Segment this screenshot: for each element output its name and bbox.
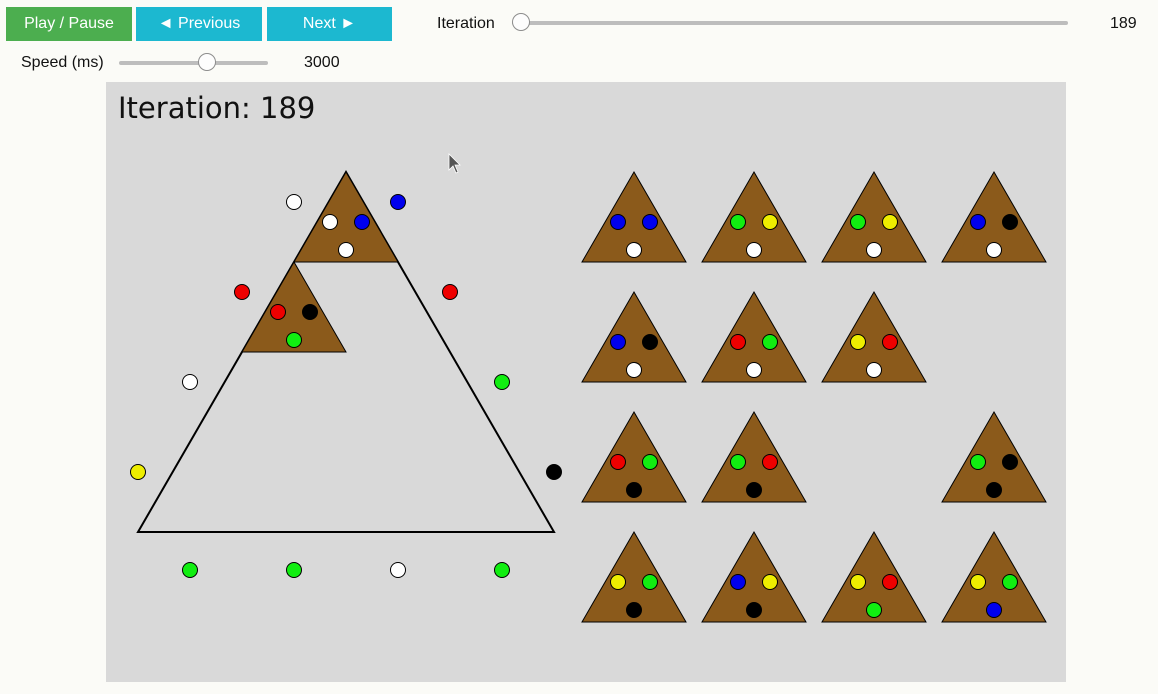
iteration-value: 189 bbox=[1110, 15, 1137, 32]
peg-blue bbox=[610, 214, 626, 230]
peg-white bbox=[626, 242, 642, 258]
peg-white bbox=[866, 242, 882, 258]
peg-red bbox=[730, 334, 746, 350]
peg-red bbox=[270, 304, 286, 320]
peg-green bbox=[730, 214, 746, 230]
iteration-label: Iteration bbox=[437, 15, 495, 32]
peg-yellow bbox=[762, 574, 778, 590]
peg-yellow bbox=[762, 214, 778, 230]
peg-green bbox=[642, 454, 658, 470]
peg-black bbox=[626, 602, 642, 618]
spare-tile bbox=[821, 291, 927, 383]
peg-green bbox=[850, 214, 866, 230]
peg-white bbox=[746, 362, 762, 378]
peg-white bbox=[390, 562, 406, 578]
peg-white bbox=[286, 194, 302, 210]
peg-red bbox=[882, 334, 898, 350]
peg-blue bbox=[730, 574, 746, 590]
peg-red bbox=[762, 454, 778, 470]
play-pause-button[interactable]: Play / Pause bbox=[6, 7, 132, 41]
puzzle-canvas[interactable]: Iteration: 189 bbox=[106, 82, 1066, 682]
iteration-slider-thumb[interactable] bbox=[512, 13, 530, 31]
peg-green bbox=[762, 334, 778, 350]
peg-yellow bbox=[970, 574, 986, 590]
speed-slider[interactable] bbox=[119, 53, 268, 71]
iteration-slider[interactable] bbox=[512, 13, 1068, 31]
peg-white bbox=[986, 242, 1002, 258]
next-button[interactable]: Next ► bbox=[267, 7, 392, 41]
peg-black bbox=[546, 464, 562, 480]
peg-white bbox=[322, 214, 338, 230]
placed-tile-second-row-left bbox=[241, 261, 347, 353]
peg-green bbox=[642, 574, 658, 590]
peg-black bbox=[626, 482, 642, 498]
spare-tile bbox=[701, 531, 807, 623]
mouse-pointer-icon bbox=[448, 153, 461, 174]
peg-white bbox=[182, 374, 198, 390]
peg-white bbox=[626, 362, 642, 378]
peg-green bbox=[866, 602, 882, 618]
speed-value: 3000 bbox=[304, 54, 340, 71]
spare-tile bbox=[581, 531, 687, 623]
spare-tile bbox=[821, 171, 927, 263]
peg-yellow bbox=[610, 574, 626, 590]
peg-white bbox=[746, 242, 762, 258]
previous-button[interactable]: ◄ Previous bbox=[136, 7, 262, 41]
peg-yellow bbox=[850, 574, 866, 590]
spare-tile bbox=[581, 411, 687, 503]
spare-tile bbox=[581, 291, 687, 383]
spare-tiles bbox=[581, 171, 1047, 623]
peg-green bbox=[1002, 574, 1018, 590]
peg-red bbox=[610, 454, 626, 470]
peg-black bbox=[302, 304, 318, 320]
spare-tile bbox=[821, 531, 927, 623]
peg-black bbox=[1002, 454, 1018, 470]
peg-blue bbox=[970, 214, 986, 230]
peg-green bbox=[286, 562, 302, 578]
speed-label: Speed (ms) bbox=[21, 54, 104, 71]
peg-black bbox=[746, 482, 762, 498]
peg-black bbox=[746, 602, 762, 618]
peg-red bbox=[442, 284, 458, 300]
peg-black bbox=[986, 482, 1002, 498]
peg-blue bbox=[642, 214, 658, 230]
placed-tile-top bbox=[293, 171, 399, 263]
peg-black bbox=[642, 334, 658, 350]
peg-red bbox=[882, 574, 898, 590]
peg-green bbox=[286, 332, 302, 348]
speed-slider-thumb[interactable] bbox=[197, 53, 216, 71]
peg-blue bbox=[354, 214, 370, 230]
peg-yellow bbox=[882, 214, 898, 230]
spare-tile bbox=[701, 291, 807, 383]
peg-green bbox=[494, 562, 510, 578]
peg-green bbox=[970, 454, 986, 470]
spare-tile bbox=[941, 411, 1047, 503]
peg-green bbox=[182, 562, 198, 578]
peg-black bbox=[1002, 214, 1018, 230]
placed-tiles bbox=[241, 171, 399, 353]
spare-tile bbox=[941, 531, 1047, 623]
iteration-title: Iteration: 189 bbox=[118, 91, 315, 125]
peg-green bbox=[730, 454, 746, 470]
spare-tile bbox=[941, 171, 1047, 263]
peg-white bbox=[338, 242, 354, 258]
peg-yellow bbox=[130, 464, 146, 480]
peg-red bbox=[234, 284, 250, 300]
peg-white bbox=[866, 362, 882, 378]
spare-tile bbox=[581, 171, 687, 263]
peg-blue bbox=[390, 194, 406, 210]
spare-tile bbox=[701, 171, 807, 263]
spare-tile bbox=[701, 411, 807, 503]
peg-blue bbox=[610, 334, 626, 350]
peg-yellow bbox=[850, 334, 866, 350]
peg-blue bbox=[986, 602, 1002, 618]
peg-green bbox=[494, 374, 510, 390]
